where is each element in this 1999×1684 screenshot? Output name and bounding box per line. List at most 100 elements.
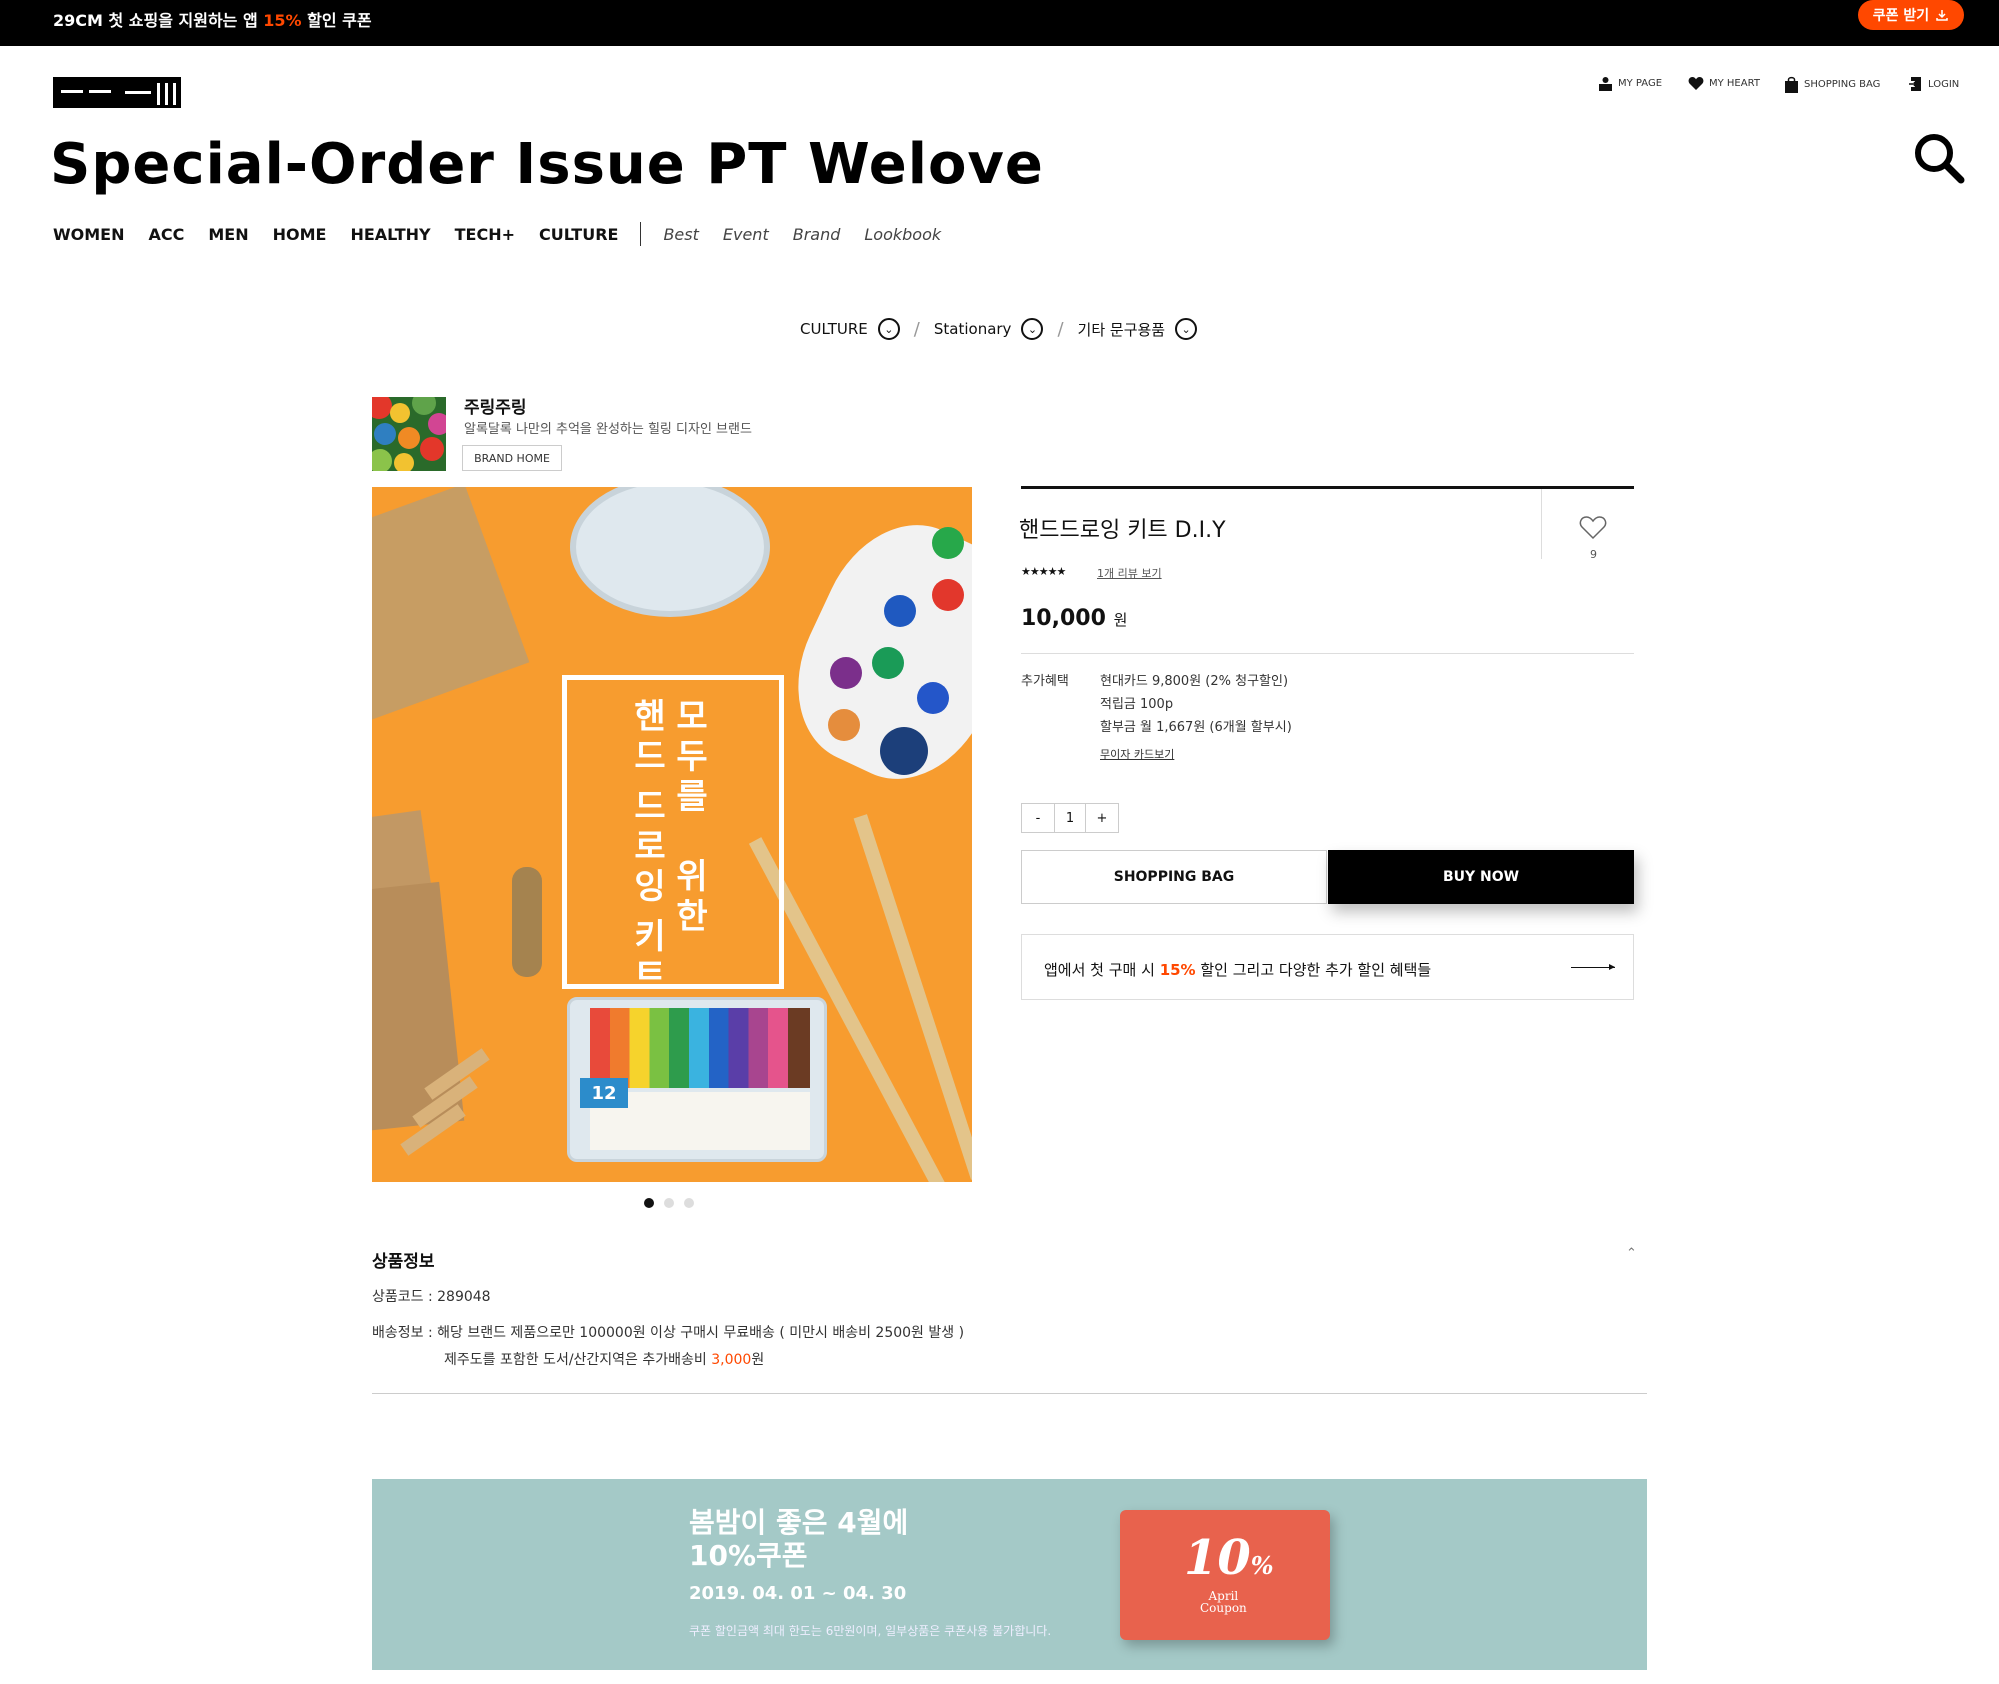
quantity-input[interactable]: 1 (1054, 804, 1086, 832)
jeju-text-b: 원 (751, 1352, 765, 1368)
nav-item-men[interactable]: MEN (208, 225, 248, 244)
my-heart-label: MY HEART (1709, 78, 1760, 89)
breadcrumb-separator: / (1057, 318, 1064, 340)
my-heart-link[interactable]: MY HEART (1688, 76, 1760, 91)
coupon-percent: 10% (1184, 1530, 1274, 1586)
my-page-label: MY PAGE (1618, 78, 1663, 89)
title-char: 로 (634, 827, 666, 867)
nav-item-lookbook[interactable]: Lookbook (864, 225, 941, 244)
title-char: 를 (676, 777, 708, 817)
pagination-dot[interactable] (664, 1198, 674, 1208)
breadcrumb-culture[interactable]: CULTURE ⌄ (800, 318, 900, 340)
banner-line-1: 봄밤이 좋은 4월에 (689, 1506, 909, 1539)
title-col-left: 핸 드 드 로 잉 키 트 (630, 697, 670, 997)
my-page-link[interactable]: MY PAGE (1598, 76, 1662, 91)
water-glass (570, 487, 770, 617)
like-button[interactable] (1541, 489, 1634, 559)
nav-item-best[interactable]: Best (663, 225, 698, 244)
price-unit: 원 (1113, 611, 1128, 629)
nav-item-women[interactable]: WOMEN (53, 225, 125, 244)
brand-home-button[interactable]: BRAND HOME (462, 445, 562, 471)
title-char: 키 (634, 917, 666, 957)
pagination-dot[interactable] (644, 1198, 654, 1208)
page-title: Special-Order Issue PT Welove (50, 132, 1044, 197)
shipping-info: 배송정보 : 해당 브랜드 제품으로만 100000원 이상 구매시 무료배송 … (372, 1325, 965, 1341)
coupon-percent-sign: % (1250, 1551, 1274, 1580)
title-char: 드 (634, 737, 666, 777)
title-char (630, 907, 670, 917)
details-divider (372, 1393, 1647, 1394)
login-link[interactable]: LOGIN (1908, 76, 1959, 92)
title-char: 위 (676, 857, 708, 897)
coupon-subtitle: April Coupon (1200, 1590, 1247, 1614)
breadcrumb-culture-label: CULTURE (800, 320, 868, 338)
breadcrumb-etc-stationery[interactable]: 기타 문구용품 ⌄ (1078, 318, 1198, 340)
user-icon (1599, 77, 1612, 91)
coupon-percent-value: 10 (1184, 1530, 1251, 1586)
app-promo-text-a: 앱에서 첫 구매 시 (1044, 961, 1160, 979)
shopping-bag-link[interactable]: SHOPPING BAG (1784, 76, 1880, 93)
product-code: 상품코드 : 289048 (372, 1289, 491, 1305)
shopping-bag-label: SHOPPING BAG (1804, 79, 1881, 90)
login-label: LOGIN (1928, 78, 1960, 90)
arrow-right-icon (1571, 964, 1615, 970)
29cm-logo[interactable] (53, 77, 181, 108)
breadcrumb-etc-label: 기타 문구용품 (1077, 320, 1166, 339)
download-icon (1936, 10, 1948, 21)
nav-item-culture[interactable]: CULTURE (539, 225, 618, 244)
quantity-minus-button[interactable]: - (1022, 804, 1054, 832)
crayon-box: 12 (567, 997, 827, 1162)
main-nav: WOMEN ACC MEN HOME HEALTHY TECH+ CULTURE… (53, 222, 965, 246)
breadcrumb: CULTURE ⌄ / Stationary ⌄ / 기타 문구용품 ⌄ (800, 318, 1198, 340)
product-image[interactable]: 12 모 두 를 위 한 핸 드 드 로 잉 키 트 (372, 487, 972, 1182)
login-icon (1909, 77, 1921, 91)
get-coupon-button[interactable]: 쿠폰 받기 (1858, 0, 1964, 30)
title-col-right: 모 두 를 위 한 (672, 697, 712, 937)
like-count: 9 (1590, 548, 1597, 561)
nav-item-acc[interactable]: ACC (149, 225, 185, 244)
shopping-bag-button[interactable]: SHOPPING BAG (1021, 850, 1327, 904)
coupon-banner[interactable]: 봄밤이 좋은 4월에 10%쿠폰 2019. 04. 01 ~ 04. 30 쿠… (372, 1479, 1647, 1670)
banner-headline: 봄밤이 좋은 4월에 10%쿠폰 (689, 1506, 908, 1572)
paint-well (872, 647, 904, 679)
app-promo-text: 앱에서 첫 구매 시 15% 할인 그리고 다양한 추가 할인 혜택들 (1044, 959, 1431, 980)
nav-item-event[interactable]: Event (723, 225, 769, 244)
brand-logo[interactable] (372, 397, 446, 471)
paint-well (932, 527, 964, 559)
paint-well (880, 727, 928, 775)
caret-up-icon[interactable]: ⌃ (1626, 1246, 1637, 1261)
brand-description: 알록달록 나만의 추억을 완성하는 힐링 디자인 브랜드 (464, 422, 752, 437)
quantity-stepper: - 1 + (1021, 803, 1119, 833)
nav-item-brand[interactable]: Brand (793, 225, 841, 244)
chevron-down-icon: ⌄ (1175, 318, 1198, 340)
top-promo-accent: 15% (263, 11, 302, 30)
review-link[interactable]: 1개 리뷰 보기 (1097, 565, 1162, 581)
kraft-card (372, 487, 530, 721)
divider (1021, 653, 1634, 654)
title-char: 트 (634, 957, 666, 997)
nav-item-tech[interactable]: TECH+ (455, 225, 515, 244)
jeju-shipping-info: 제주도를 포함한 도서/산간지역은 추가배송비 3,000원 (444, 1349, 764, 1369)
app-promo-banner[interactable]: 앱에서 첫 구매 시 15% 할인 그리고 다양한 추가 할인 혜택들 (1021, 934, 1634, 1000)
buy-now-button[interactable]: BUY NOW (1328, 850, 1634, 904)
title-char (630, 777, 670, 787)
benefit-card: 현대카드 9,800원 (2% 청구할인) (1100, 674, 1289, 689)
app-promo-text-b: 할인 그리고 다양한 추가 할인 혜택들 (1195, 961, 1432, 979)
paint-well (932, 579, 964, 611)
paint-well (917, 682, 949, 714)
quantity-plus-button[interactable]: + (1086, 804, 1118, 832)
pagination-dot[interactable] (684, 1198, 694, 1208)
title-char: 두 (676, 737, 708, 777)
nav-item-home[interactable]: HOME (273, 225, 327, 244)
benefit-points: 적립금 100p (1100, 697, 1174, 712)
interest-free-card-link[interactable]: 무이자 카드보기 (1100, 746, 1174, 762)
brand-name[interactable]: 주링주링 (464, 393, 527, 418)
breadcrumb-stationary-label: Stationary (933, 320, 1012, 338)
paint-well (884, 595, 916, 627)
search-icon[interactable] (1913, 132, 1965, 184)
title-char: 한 (676, 897, 708, 937)
breadcrumb-stationary[interactable]: Stationary ⌄ (934, 318, 1044, 340)
nav-item-healthy[interactable]: HEALTHY (350, 225, 430, 244)
heart-outline-icon (1579, 516, 1607, 540)
breadcrumb-separator: / (913, 318, 920, 340)
